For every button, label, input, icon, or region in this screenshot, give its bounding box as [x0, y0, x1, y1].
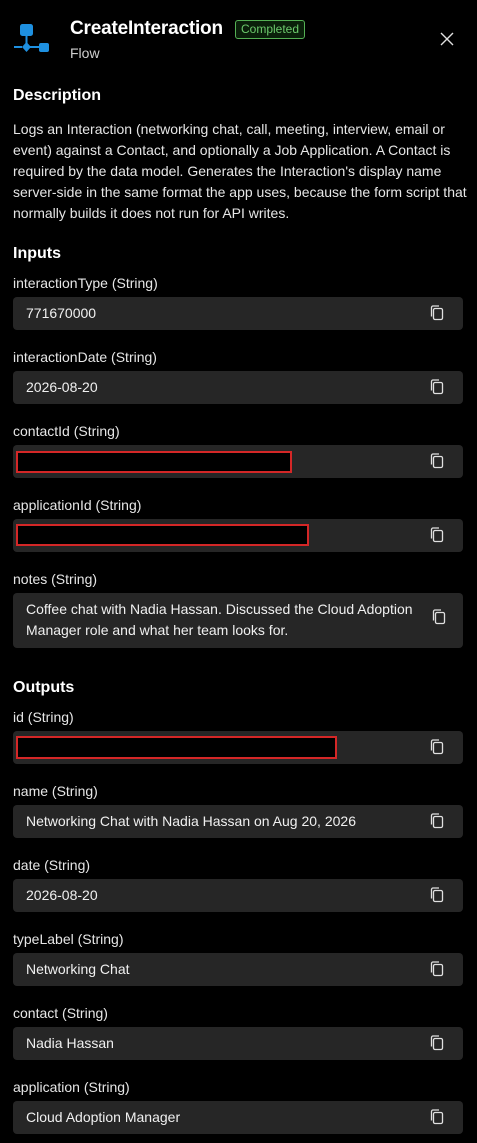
field-value: Networking Chat with Nadia Hassan on Aug… — [26, 813, 356, 829]
field-value: 771670000 — [26, 305, 97, 321]
redacted-value — [16, 451, 292, 473]
close-button[interactable] — [436, 28, 458, 50]
field-date: 2026-08-20 — [13, 879, 463, 912]
field-contact: Nadia Hassan — [13, 1027, 463, 1060]
inputs-heading: Inputs — [13, 245, 61, 262]
copy-icon[interactable] — [428, 738, 446, 756]
field-contactId — [13, 445, 463, 478]
close-icon — [440, 32, 454, 46]
copy-icon[interactable] — [428, 812, 446, 830]
status-badge: Completed — [235, 20, 306, 39]
copy-icon[interactable] — [428, 886, 446, 904]
outputs-heading: Outputs — [13, 679, 75, 696]
field-value: 2026-08-20 — [26, 887, 98, 903]
field-label-name: name (String) — [13, 783, 98, 799]
copy-icon[interactable] — [428, 1034, 446, 1052]
field-label-application: application (String) — [13, 1079, 130, 1095]
copy-icon[interactable] — [428, 1108, 446, 1126]
field-label-applicationId: applicationId (String) — [13, 497, 142, 513]
field-label-contact: contact (String) — [13, 1005, 108, 1021]
flow-title: CreateInteraction — [70, 18, 223, 39]
field-label-interactionType: interactionType (String) — [13, 275, 158, 291]
field-label-typeLabel: typeLabel (String) — [13, 931, 124, 947]
field-application: Cloud Adoption Manager — [13, 1101, 463, 1134]
field-label-interactionDate: interactionDate (String) — [13, 349, 157, 365]
description-heading: Description — [13, 87, 102, 104]
field-value: Networking Chat — [26, 961, 130, 977]
field-notes: Coffee chat with Nadia Hassan. Discussed… — [13, 593, 463, 648]
field-id — [13, 731, 463, 764]
field-value: Cloud Adoption Manager — [26, 1109, 181, 1125]
field-typeLabel: Networking Chat — [13, 953, 463, 986]
flow-subtitle: Flow — [70, 45, 100, 61]
field-label-id: id (String) — [13, 709, 74, 725]
copy-icon[interactable] — [428, 304, 446, 322]
panel-header: CreateInteraction Completed Flow — [0, 0, 477, 80]
field-label-date: date (String) — [13, 857, 91, 873]
copy-icon[interactable] — [428, 452, 446, 470]
copy-icon[interactable] — [430, 608, 448, 626]
field-value: 2026-08-20 — [26, 379, 98, 395]
copy-icon[interactable] — [428, 960, 446, 978]
field-value: Coffee chat with Nadia Hassan. Discussed… — [26, 601, 413, 638]
copy-icon[interactable] — [428, 378, 446, 396]
copy-icon[interactable] — [428, 526, 446, 544]
field-label-notes: notes (String) — [13, 571, 98, 587]
field-label-contactId: contactId (String) — [13, 423, 120, 439]
field-value: Nadia Hassan — [26, 1035, 114, 1051]
field-applicationId — [13, 519, 463, 552]
redacted-value — [16, 736, 337, 759]
field-interactionType: 771670000 — [13, 297, 463, 330]
redacted-value — [16, 524, 309, 546]
field-name: Networking Chat with Nadia Hassan on Aug… — [13, 805, 463, 838]
field-interactionDate: 2026-08-20 — [13, 371, 463, 404]
flow-icon — [14, 24, 49, 52]
description-text: Logs an Interaction (networking chat, ca… — [13, 121, 467, 221]
